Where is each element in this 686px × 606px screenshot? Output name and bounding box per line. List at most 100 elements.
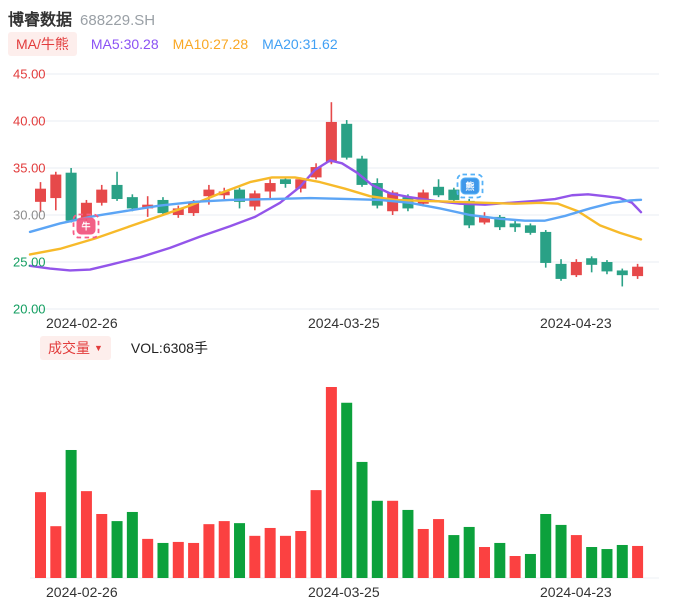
volume-header-row: 成交量 ▼ VOL:6308手 [40,336,208,360]
y-axis-label: 25.00 [13,255,46,270]
volume-bar [448,535,460,578]
volume-bar [387,500,399,578]
stock-chart-app: 博睿数据 688229.SH MA/牛熊 MA5:30.28 MA10:27.2… [0,0,686,606]
volume-bar [601,549,613,578]
x-axis-label: 2024-02-26 [46,315,118,331]
candlestick [65,168,77,223]
volume-bar [80,491,92,578]
price-chart-x-axis: 2024-02-26 2024-03-25 2024-04-23 [0,315,686,333]
volume-bar [203,524,215,578]
candlestick [586,256,598,273]
volume-bar [433,519,445,578]
candlestick [540,230,552,268]
candle-body [111,184,123,200]
volume-bar [65,449,77,578]
volume-bar [264,527,276,578]
volume-bar [586,547,598,578]
x-axis-label: 2024-03-25 [308,315,380,331]
volume-bar [371,500,383,578]
volume-chart [30,387,659,579]
volume-bar [356,461,368,578]
volume-bar [325,387,337,578]
volume-bar [616,544,628,578]
volume-bar [632,545,644,578]
volume-value-label: VOL:6308手 [130,340,208,356]
candlestick [524,223,536,235]
ma5-value-label: MA5:30.28 [90,36,159,52]
candlestick [509,219,521,232]
volume-bar [494,542,506,578]
candlestick [632,263,644,279]
volume-bar [417,528,429,578]
candlestick [96,184,108,206]
candle-body [325,121,337,163]
title-row: 博睿数据 688229.SH [8,6,155,30]
candle-body [555,263,567,279]
price-chart: 45.00 40.00 35.00 30.00 25.00 20.00 牛 熊 [13,67,659,316]
y-axis-label: 40.00 [13,114,46,129]
volume-bar [555,524,567,578]
bear-marker-icon[interactable]: 熊 [456,173,484,199]
volume-bar [341,402,353,578]
candle-body [570,262,582,276]
volume-bar [218,521,230,578]
volume-bar [188,542,200,578]
volume-indicator-badge-label: 成交量 [48,340,90,356]
candlestick [111,171,123,201]
candlestick [341,120,353,160]
volume-bar [96,513,108,578]
candle-body [433,186,445,196]
candle-body [96,189,108,203]
volume-bar [540,513,552,578]
volume-indicator-badge[interactable]: 成交量 ▼ [40,336,111,360]
x-axis-label: 2024-02-26 [46,584,118,600]
ma-indicator-badge-label: MA/牛熊 [16,36,69,52]
candle-body [601,262,613,272]
candlestick [50,171,62,211]
candlestick [264,179,276,199]
volume-bar [310,490,322,578]
volume-bar [279,535,291,578]
dropdown-arrow-icon: ▼ [94,342,103,353]
candle-body [50,174,62,199]
y-axis-label: 45.00 [13,67,46,82]
ma20-value-label: MA20:31.62 [262,36,338,52]
candle-body [509,223,521,228]
candlestick [325,102,337,165]
volume-bar [111,521,123,578]
candle-body [632,266,644,277]
bear-marker-glyph: 熊 [465,181,474,192]
stock-name: 博睿数据 [8,12,73,29]
y-axis-label: 35.00 [13,161,46,176]
candle-body [540,231,552,263]
indicator-row: MA/牛熊 MA5:30.28 MA10:27.28 MA20:31.62 [8,32,338,56]
volume-bar [509,556,521,578]
volume-bar [570,535,582,578]
candlestick [601,260,613,275]
volume-bar [126,511,138,578]
y-axis-label: 20.00 [13,302,46,316]
candle-body [65,172,77,221]
candlestick [279,177,291,188]
candlestick [234,187,246,209]
volume-bar [50,526,62,578]
candle-body [616,270,628,276]
bull-marker-icon[interactable]: 牛 [72,213,100,239]
candle-body [586,258,598,265]
candle-body [279,179,291,184]
volume-bar [249,535,261,578]
volume-bar [234,523,246,578]
ma-indicator-badge[interactable]: MA/牛熊 [8,32,77,56]
bull-marker-glyph: 牛 [81,221,90,232]
volume-bar [35,492,46,578]
stock-code: 688229.SH [80,12,156,29]
x-axis-label: 2024-03-25 [308,584,380,600]
y-axis-label: 30.00 [13,208,46,223]
volume-chart-x-axis: 2024-02-26 2024-03-25 2024-04-23 [0,584,686,602]
candle-body [35,188,46,202]
volume-bar [142,538,154,578]
candle-body [264,183,276,192]
volume-bar [478,547,490,578]
volume-bar [157,542,169,578]
volume-bar [463,526,475,578]
